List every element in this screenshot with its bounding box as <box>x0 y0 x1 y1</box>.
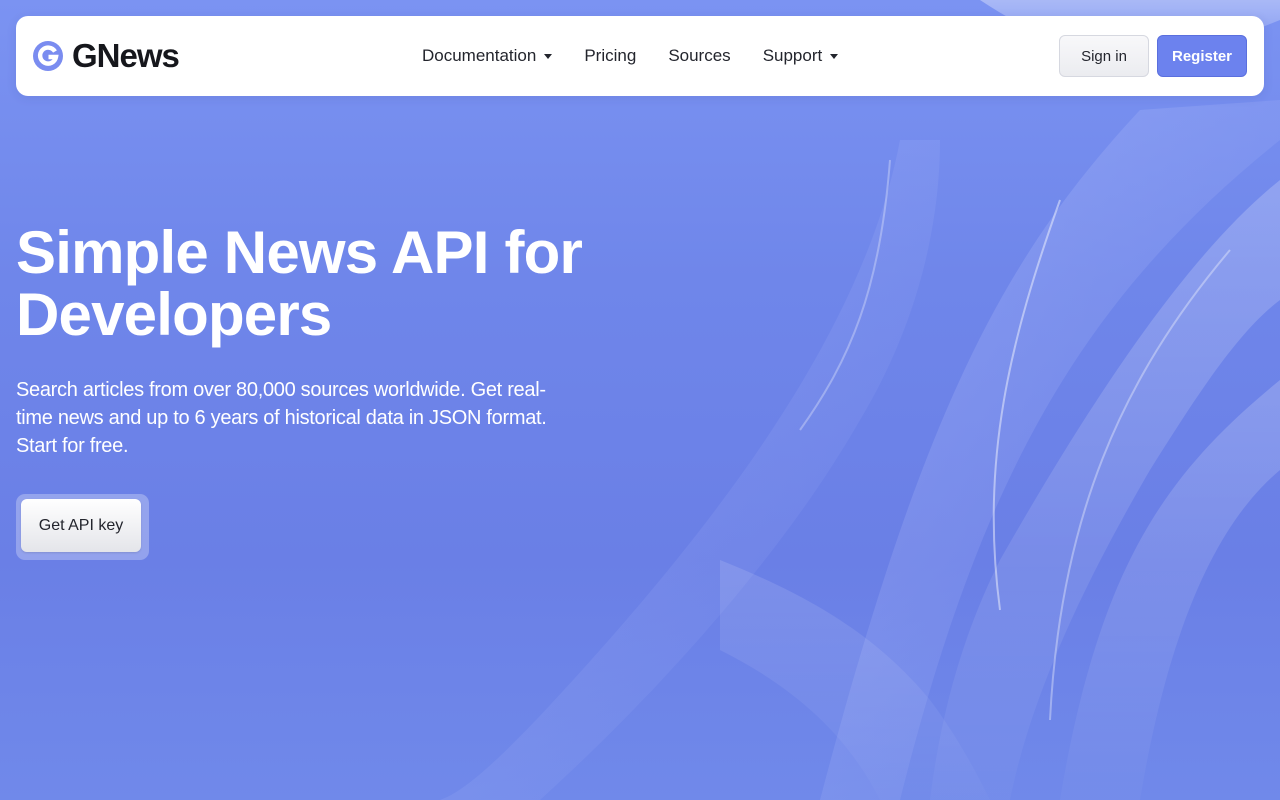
nav-item-documentation[interactable]: Documentation <box>422 44 553 68</box>
nav-item-label: Pricing <box>584 46 637 65</box>
hero-title-line-1: Simple News API for <box>16 219 583 286</box>
nav-item-sources[interactable]: Sources <box>668 44 730 68</box>
sign-in-button[interactable]: Sign in <box>1059 35 1149 77</box>
nav-item-label: Sources <box>668 46 731 65</box>
hero-subtitle: Search articles from over 80,000 sources… <box>16 379 547 457</box>
nav-item-support[interactable]: Support <box>763 44 839 68</box>
hero-title: Simple News API for Developers <box>16 222 656 346</box>
caret-down-icon <box>544 53 553 59</box>
hero-section: Simple News API for Developers Search ar… <box>16 222 656 560</box>
brand-logo-link[interactable]: GNews <box>32 37 180 74</box>
nav-item-label: Documentation <box>422 46 537 65</box>
gnews-g-logo-icon <box>33 41 63 71</box>
cta-wrapper: Get API key <box>16 494 149 560</box>
nav-item-pricing[interactable]: Pricing <box>584 44 636 68</box>
primary-nav: Documentation Pricing Sources Support <box>422 44 839 68</box>
brand-name: GNews <box>72 37 180 74</box>
caret-down-icon <box>830 53 839 59</box>
hero-title-line-2: Developers <box>16 281 332 348</box>
register-button[interactable]: Register <box>1157 35 1247 77</box>
top-navbar: GNews Documentation Pricing Sources Supp… <box>16 16 1264 96</box>
get-api-key-button[interactable]: Get API key <box>21 499 141 552</box>
nav-item-label: Support <box>762 46 823 65</box>
